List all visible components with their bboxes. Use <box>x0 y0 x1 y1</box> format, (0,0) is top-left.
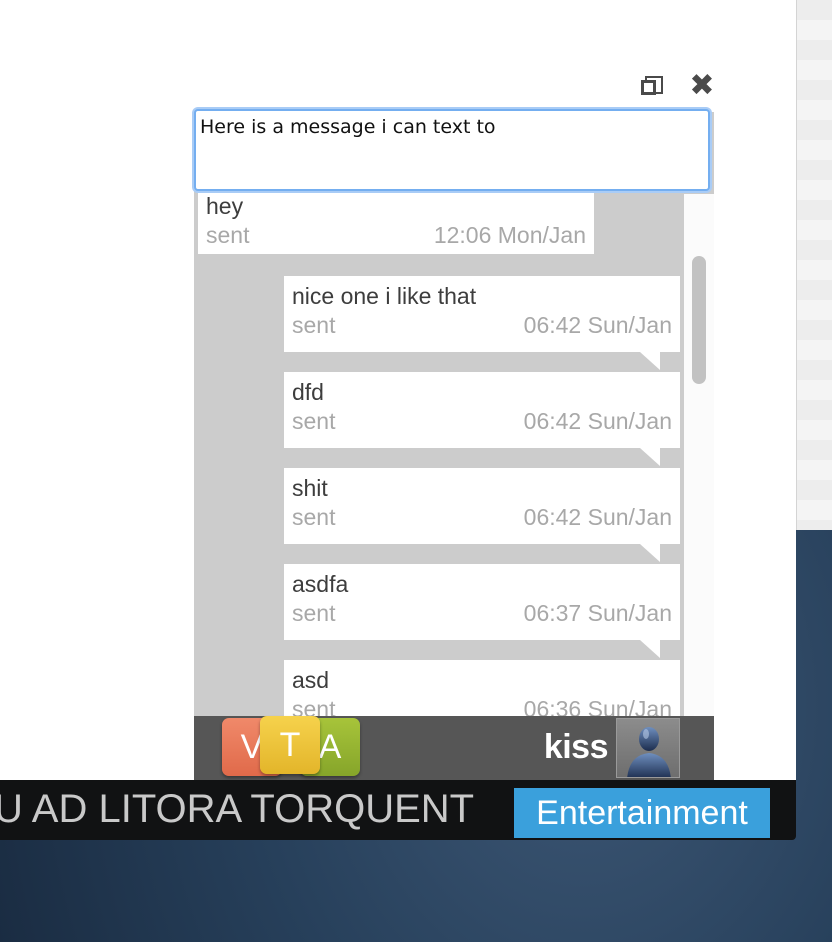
message-text: asd <box>292 667 330 693</box>
username[interactable]: kiss <box>520 728 609 767</box>
user-avatar-icon[interactable] <box>616 718 680 778</box>
message-status: sent <box>292 600 336 626</box>
category-badge[interactable]: Entertainment <box>514 788 770 838</box>
message-time: 06:42 Sun/Jan <box>523 408 672 434</box>
ticker-text: U AD LITORA TORQUENT <box>0 787 475 831</box>
message-bubble-sent: nice one i like that sent 06:42 Sun/Jan <box>284 276 680 370</box>
message-status: sent <box>206 222 250 248</box>
message-time: 06:37 Sun/Jan <box>523 600 672 626</box>
message-time: 12:06 Mon/Jan <box>433 222 586 248</box>
bubble-tail <box>640 352 660 370</box>
message-bubble-sent: dfd sent 06:42 Sun/Jan <box>284 372 680 466</box>
scrollbar-thumb[interactable] <box>692 256 706 384</box>
message-bubble-received: hey sent 12:06 Mon/Jan <box>198 192 594 254</box>
message-time: 06:42 Sun/Jan <box>523 312 672 338</box>
message-bubble-sent: shit sent 06:42 Sun/Jan <box>284 468 680 562</box>
bubble-tail <box>640 448 660 466</box>
close-glyph: ✖ <box>689 69 715 102</box>
tile-t[interactable]: T <box>260 716 320 774</box>
message-text: shit <box>292 475 328 501</box>
message-text: dfd <box>292 379 324 405</box>
close-icon[interactable]: ✖ <box>688 69 716 102</box>
message-text: nice one i like that <box>292 283 477 309</box>
message-status: sent <box>292 696 336 716</box>
message-bubble-sent: asd sent 06:36 Sun/Jan <box>284 660 680 716</box>
message-text: asdfa <box>292 571 349 597</box>
message-time: 06:42 Sun/Jan <box>523 504 672 530</box>
message-input[interactable] <box>194 109 710 191</box>
message-status: sent <box>292 408 336 434</box>
bubble-tail <box>640 640 660 658</box>
message-bubble-sent: asdfa sent 06:37 Sun/Jan <box>284 564 680 658</box>
message-status: sent <box>292 504 336 530</box>
message-status: sent <box>292 312 336 338</box>
message-text: hey <box>206 193 244 219</box>
message-time: 06:36 Sun/Jan <box>523 696 672 716</box>
restore-window-icon[interactable] <box>637 72 665 100</box>
bubble-tail <box>640 544 660 562</box>
side-window-edge <box>796 0 832 530</box>
